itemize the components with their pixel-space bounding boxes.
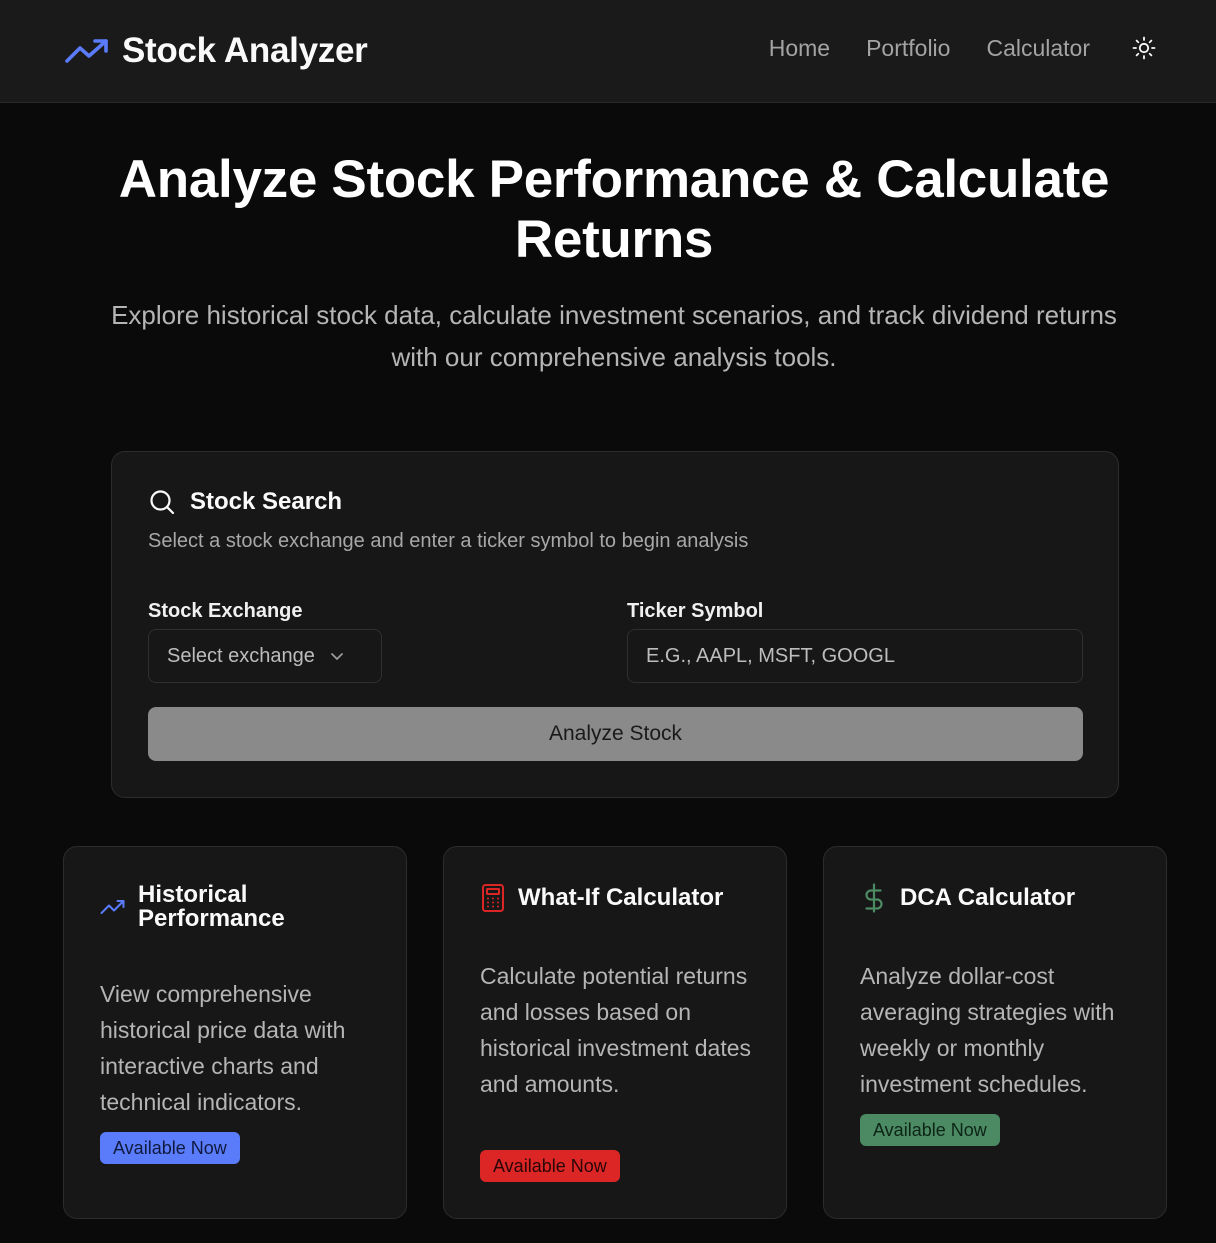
calculator-icon — [482, 884, 504, 912]
feature-header: What-If Calculator — [480, 883, 723, 913]
availability-badge: Available Now — [480, 1150, 620, 1182]
feature-description: Analyze dollar-cost averaging strategies… — [860, 963, 1115, 1097]
chevron-down-icon — [330, 653, 343, 660]
hero-title: Analyze Stock Performance & Calculate Re… — [118, 150, 1110, 269]
hero-subtitle: Explore historical stock data, calculate… — [111, 300, 1117, 372]
availability-badge: Available Now — [860, 1114, 1000, 1146]
ticker-symbol-label: Ticker Symbol — [627, 600, 764, 622]
navbar: Stock Analyzer Home Portfolio Calculator — [0, 0, 1216, 103]
stock-search-title: Stock Search — [190, 488, 343, 515]
stock-exchange-select[interactable]: Select exchange — [148, 629, 382, 683]
feature-title: Historical Performance — [138, 881, 285, 932]
availability-badge: Available Now — [100, 1132, 240, 1164]
nav-home-link[interactable]: Home — [769, 35, 830, 62]
theme-toggle-button[interactable] — [1130, 34, 1158, 62]
analyze-stock-button[interactable]: Analyze Stock — [148, 707, 1083, 761]
dca-calculator-card[interactable]: DCA Calculator Analyze dollar-cost avera… — [823, 846, 1167, 1219]
ticker-symbol-input[interactable] — [627, 629, 1083, 683]
stock-exchange-label: Stock Exchange — [148, 600, 303, 622]
what-if-calculator-card[interactable]: What-If Calculator Calculate potential r… — [443, 846, 787, 1219]
feature-description: Calculate potential returns and losses b… — [480, 963, 752, 1097]
feature-header: DCA Calculator — [860, 883, 1075, 913]
brand-title: Stock Analyzer — [122, 31, 368, 70]
nav-portfolio-link[interactable]: Portfolio — [866, 35, 950, 62]
sun-icon — [1132, 36, 1156, 60]
feature-header: Historical Performance — [100, 883, 318, 931]
stock-search-header: Stock Search — [148, 488, 342, 516]
trending-up-icon — [65, 39, 108, 63]
feature-description: View comprehensive historical price data… — [100, 981, 346, 1115]
search-icon — [150, 490, 175, 515]
trending-up-icon — [100, 900, 125, 914]
stock-search-description: Select a stock exchange and enter a tick… — [148, 530, 749, 552]
feature-title: DCA Calculator — [900, 884, 1076, 911]
dollar-icon — [865, 883, 883, 913]
feature-title: What-If Calculator — [518, 884, 724, 911]
stock-search-card: Stock Search Select a stock exchange and… — [111, 451, 1119, 798]
nav-calculator-link[interactable]: Calculator — [986, 35, 1090, 62]
historical-performance-card[interactable]: Historical Performance View comprehensiv… — [63, 846, 407, 1219]
stock-exchange-placeholder: Select exchange — [167, 644, 315, 667]
brand-logo[interactable]: Stock Analyzer — [64, 28, 368, 74]
main-nav: Home Portfolio Calculator — [769, 34, 1158, 62]
